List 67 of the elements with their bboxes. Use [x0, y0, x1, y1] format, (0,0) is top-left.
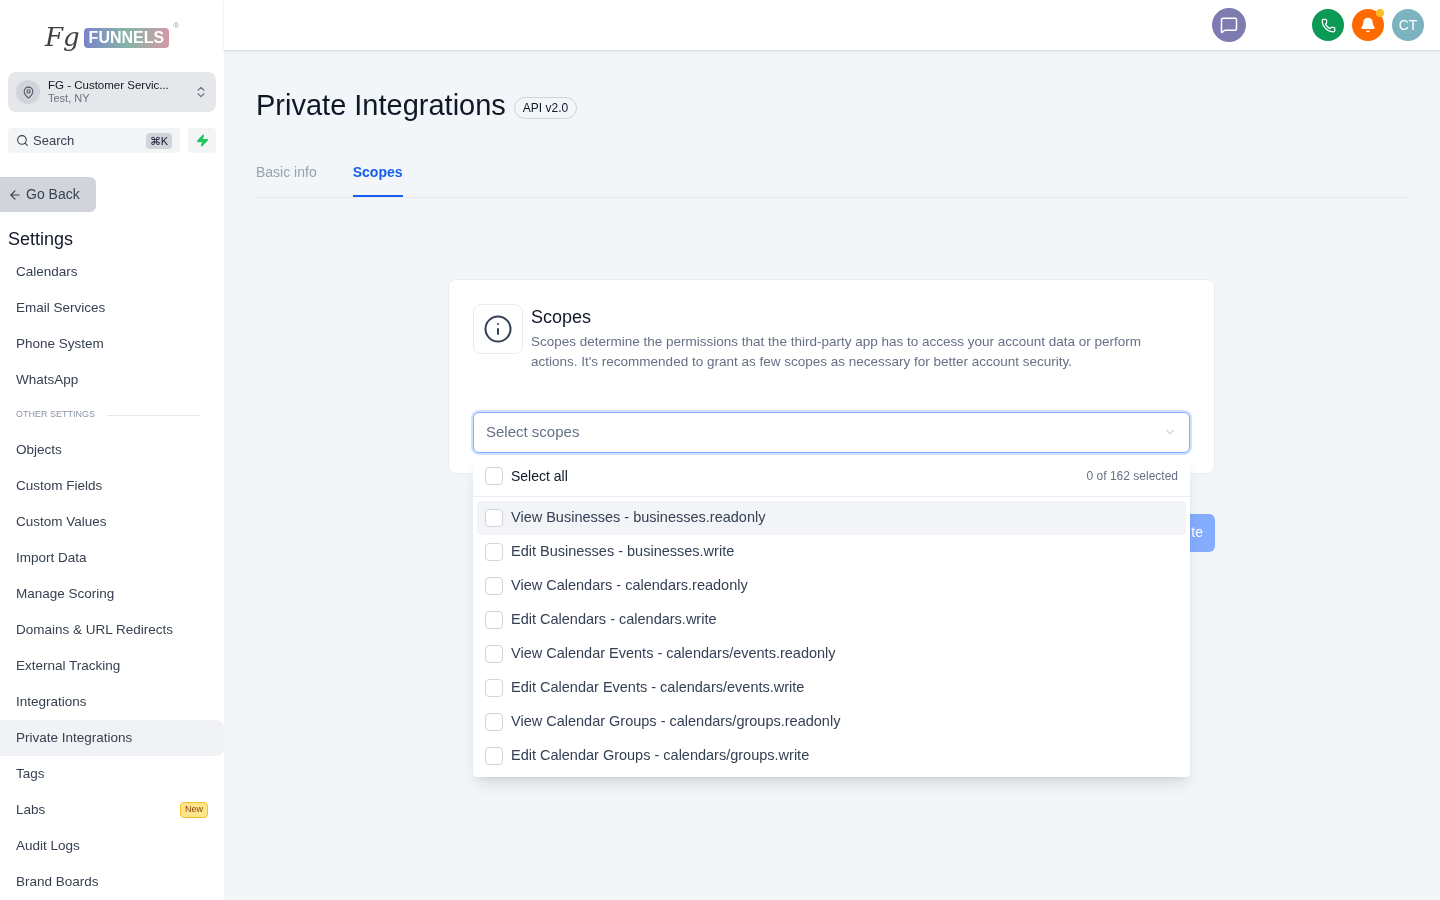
scope-option[interactable]: View Calendars - calendars.readonly: [477, 568, 1186, 603]
checkbox[interactable]: [485, 610, 503, 629]
scope-option[interactable]: Edit Calendar Events - calendars/events.write: [477, 670, 1186, 705]
logo-name: FUNNELS: [83, 27, 170, 48]
scope-option[interactable]: View Calendar Groups - calendars/groups.readonly: [477, 704, 1186, 739]
sidebar-item[interactable]: Calendars: [0, 254, 224, 290]
account-switcher[interactable]: FG - Customer Servic... Test, NY: [8, 71, 216, 113]
checkbox[interactable]: [485, 746, 503, 765]
phone-icon: [1320, 17, 1336, 33]
scopes-select[interactable]: Select scopes: [473, 411, 1190, 453]
checkbox[interactable]: [485, 467, 503, 485]
checkbox[interactable]: [485, 576, 503, 595]
scope-option[interactable]: View Calendar Events - calendars/events.readonly: [477, 636, 1186, 671]
scope-option[interactable]: Edit Calendar Groups - calendars/groups.write: [477, 738, 1186, 773]
quick-action-button[interactable]: [188, 128, 216, 154]
sidebar-item[interactable]: Custom Fields: [0, 468, 224, 504]
select-all-label[interactable]: Select all: [511, 465, 1079, 487]
phone-button[interactable]: [1312, 9, 1344, 41]
checkbox[interactable]: [485, 712, 503, 731]
sidebar-item[interactable]: Tags: [0, 756, 224, 792]
selected-count: 0 of 162 selected: [1086, 468, 1178, 485]
info-icon: [473, 303, 523, 354]
chat-button[interactable]: [1212, 8, 1246, 42]
search-icon: [16, 134, 29, 148]
checkbox[interactable]: [485, 678, 503, 697]
section-label: OTHER SETTINGS: [16, 408, 95, 422]
go-back-button[interactable]: Go Back: [0, 177, 96, 212]
settings-title: Settings: [7, 228, 75, 251]
sidebar-item[interactable]: Domains & URL Redirects: [0, 612, 224, 648]
sidebar-item[interactable]: Audit Logs: [0, 828, 224, 864]
search-field[interactable]: Search ⌘K: [8, 128, 180, 154]
location-icon: [16, 80, 40, 105]
lightning-icon: [195, 134, 209, 148]
select-placeholder: Select scopes: [486, 421, 581, 442]
sidebar-item[interactable]: Custom Values: [0, 504, 224, 540]
account-name: FG - Customer Servic...: [48, 77, 170, 93]
card-description: Scopes determine the permissions that the third-party app has to access your account data or perform actions. It's recommended to grant as few scopes as necessary for better account security.: [531, 332, 1143, 371]
new-badge: New: [180, 802, 208, 818]
sidebar-item[interactable]: Private Integrations: [0, 720, 224, 756]
sidebar-item[interactable]: Import Data: [0, 540, 224, 576]
sidebar-item[interactable]: Brand Boards: [0, 864, 224, 900]
sidebar-item[interactable]: Phone System: [0, 326, 224, 362]
registered-mark: ®: [173, 20, 180, 32]
arrow-left-icon: [8, 187, 22, 202]
sidebar-item[interactable]: Integrations: [0, 684, 224, 720]
card-title: Scopes: [531, 305, 593, 329]
notifications-button[interactable]: [1352, 9, 1384, 41]
tab[interactable]: Scopes: [352, 161, 403, 197]
sidebar-item[interactable]: Labs New: [0, 792, 224, 828]
scope-option[interactable]: Edit Businesses - businesses.write: [477, 534, 1186, 569]
checkbox[interactable]: [485, 542, 503, 561]
scope-option[interactable]: View Businesses - businesses.readonly: [477, 500, 1186, 535]
bell-icon: [1360, 17, 1376, 33]
page-title: Private Integrations: [256, 88, 506, 123]
logo-mark: Fg: [44, 21, 80, 55]
sidebar-item[interactable]: WhatsApp: [0, 362, 224, 398]
sidebar-item[interactable]: Email Services: [0, 290, 224, 326]
account-location: Test, NY: [48, 92, 91, 107]
search-placeholder: Search: [33, 132, 76, 151]
sidebar-item[interactable]: External Tracking: [0, 648, 224, 684]
checkbox[interactable]: [485, 508, 503, 527]
checkbox[interactable]: [485, 644, 503, 663]
sidebar-item[interactable]: Objects: [0, 432, 224, 468]
scope-option[interactable]: Edit Calendars - calendars.write: [477, 602, 1186, 637]
shortcut-key: ⌘K: [145, 132, 172, 150]
sidebar-item[interactable]: Manage Scoring: [0, 576, 224, 612]
chat-icon: [1220, 16, 1238, 34]
